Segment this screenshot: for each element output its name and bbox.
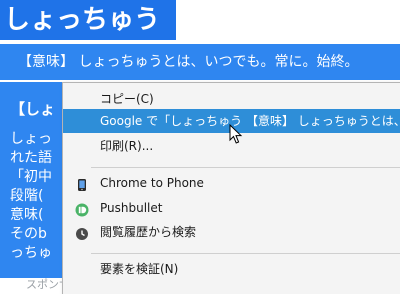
context-menu: コピー(C) Google で「しょっちゅう 【意味】 しょっちゅうとは、 印刷… [62, 82, 400, 294]
phone-icon [75, 176, 89, 191]
menu-separator [91, 167, 400, 168]
body-line: 「初中 [10, 169, 52, 185]
menu-item-label: 閲覧履歴から検索 [100, 225, 197, 239]
body-line: っちゅ [10, 245, 52, 261]
menu-item-chrome-to-phone[interactable]: Chrome to Phone [63, 171, 400, 195]
menu-item-label: Google で「しょっちゅう 【意味】 しょっちゅうとは、 [100, 114, 400, 128]
body-line: れた語 [10, 150, 52, 166]
page-title: しょっちゅう [0, 0, 176, 40]
body-line: 段階( [10, 188, 44, 204]
section-heading: 【しょ [10, 100, 56, 118]
body-line: しょっ [10, 131, 52, 147]
menu-item-copy[interactable]: コピー(C) [63, 87, 400, 111]
menu-item-label: 印刷(R)... [100, 139, 154, 153]
body-line: 意味( [10, 207, 44, 223]
menu-item-label: Pushbullet [100, 201, 163, 215]
menu-item-inspect-element[interactable]: 要素を検証(N) [63, 257, 400, 281]
menu-separator [91, 253, 400, 254]
menu-item-label: 要素を検証(N) [100, 262, 179, 276]
pushbullet-icon [75, 201, 89, 217]
menu-item-label: Chrome to Phone [100, 176, 204, 190]
article-text: しょっ れた語 「初中 段階( 意味( そのb っちゅ [10, 130, 70, 263]
menu-item-history-search[interactable]: 閲覧履歴から検索 [63, 220, 400, 244]
body-line: そのb [10, 226, 47, 242]
history-clock-icon [75, 225, 89, 240]
menu-item-label: コピー(C) [100, 92, 154, 106]
meaning-summary: 【意味】 しょっちゅうとは、いつでも。常に。始終。 [0, 44, 400, 80]
mouse-cursor-icon [229, 124, 243, 144]
menu-item-pushbullet[interactable]: Pushbullet [63, 196, 400, 220]
